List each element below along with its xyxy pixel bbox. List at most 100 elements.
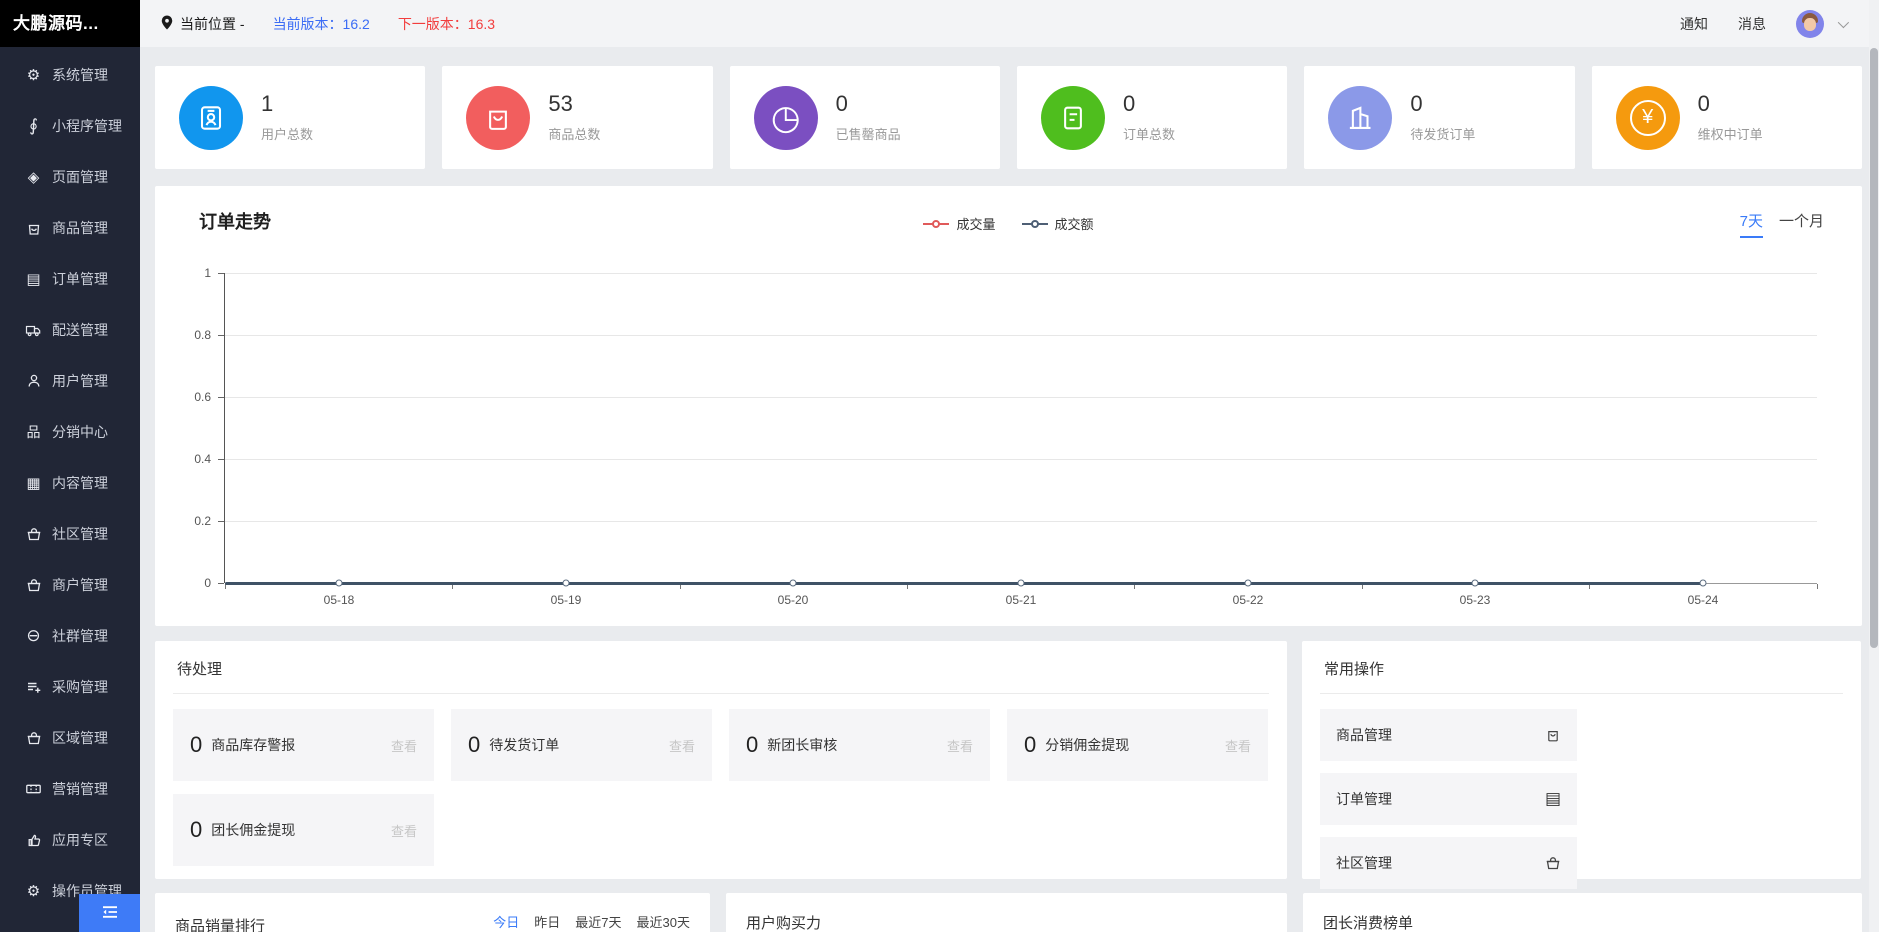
tab-last-7-days[interactable]: 最近7天 [575, 912, 621, 932]
miniprogram-icon: ∮ [24, 116, 43, 136]
buying-power-panel: 用户购买力 [726, 893, 1287, 932]
yen-circle-icon: ¥ [1616, 86, 1680, 150]
tab-today[interactable]: 今日 [493, 912, 519, 932]
tab-last-30-days[interactable]: 最近30天 [637, 912, 690, 932]
basket-icon [24, 526, 43, 542]
current-location: 当前位置 - [160, 14, 245, 34]
page-scrollbar-track[interactable] [1869, 0, 1879, 932]
sidebar-item-region[interactable]: 区域管理 [0, 712, 140, 763]
basket-icon [24, 730, 43, 746]
chevron-down-icon[interactable] [1838, 16, 1849, 27]
order-trend-chart-card: 订单走势 成交量 成交额 7天 一个月 [155, 186, 1862, 626]
current-version-link[interactable]: 当前版本：16.2 [273, 14, 370, 34]
stat-card-goods-total[interactable]: 53 商品总数 [442, 66, 712, 169]
x-axis-label: 05-18 [324, 593, 355, 607]
sidebar-item-marketing[interactable]: 营销管理 [0, 763, 140, 814]
tab-yesterday[interactable]: 昨日 [534, 912, 560, 932]
view-link[interactable]: 查看 [669, 736, 695, 755]
sidebar-item-delivery[interactable]: 配送管理 [0, 304, 140, 355]
sidebar-item-miniprogram[interactable]: ∮ 小程序管理 [0, 100, 140, 151]
stat-card-dispute-orders[interactable]: ¥ 0 维权中订单 [1592, 66, 1862, 169]
sidebar-item-goods[interactable]: 商品管理 [0, 202, 140, 253]
sidebar-item-pages[interactable]: ◈ 页面管理 [0, 151, 140, 202]
sidebar-item-system[interactable]: ⚙ 系统管理 [0, 49, 140, 100]
user-avatar[interactable] [1796, 10, 1824, 38]
sidebar-item-purchase[interactable]: 采购管理 [0, 661, 140, 712]
stat-value: 1 [261, 92, 313, 116]
y-axis-label: 1 [155, 266, 211, 280]
id-card-icon [179, 86, 243, 150]
pending-count: 0 [746, 732, 758, 758]
view-link[interactable]: 查看 [1225, 736, 1251, 755]
middle-row: 待处理 0 商品库存警报 查看 0 待发货订单 查看 [155, 641, 1862, 879]
view-link[interactable]: 查看 [947, 736, 973, 755]
sidebar-item-content[interactable]: ▦ 内容管理 [0, 457, 140, 508]
message-link[interactable]: 消息 [1738, 14, 1766, 34]
list-plus-icon [24, 679, 43, 695]
quickop-community[interactable]: 社区管理 [1320, 837, 1577, 889]
next-version-link[interactable]: 下一版本：16.3 [398, 14, 495, 34]
stat-texts: 0 已售罄商品 [836, 92, 901, 142]
y-axis-tick [218, 583, 224, 584]
topbar-left: 当前位置 - 当前版本：16.2 下一版本：16.3 [160, 14, 495, 34]
notice-link[interactable]: 通知 [1680, 14, 1708, 34]
pending-label: 待发货订单 [489, 735, 669, 755]
y-axis-label: 0.2 [155, 514, 211, 528]
sidebar-item-label: 分销中心 [52, 422, 108, 442]
sales-rank-header: 商品销量排行 今日 昨日 最近7天 最近30天 [155, 893, 710, 932]
stat-cards-row: 1 用户总数 53 商品总数 ◷ 0 [155, 66, 1862, 169]
data-point [1018, 580, 1025, 587]
x-axis-tick [225, 584, 226, 589]
sidebar-collapse-button[interactable] [79, 894, 140, 932]
view-link[interactable]: 查看 [391, 736, 417, 755]
org-network-icon: 品 [24, 422, 43, 442]
stat-card-soldout-goods[interactable]: ◷ 0 已售罄商品 [730, 66, 1000, 169]
sidebar-item-users[interactable]: 用户管理 [0, 355, 140, 406]
sidebar-item-orders[interactable]: ▤ 订单管理 [0, 253, 140, 304]
stat-texts: 0 维权中订单 [1698, 92, 1763, 142]
stat-texts: 1 用户总数 [261, 92, 313, 142]
basket-icon [24, 577, 43, 593]
y-axis-label: 0.6 [155, 390, 211, 404]
pending-title: 待处理 [173, 641, 1269, 694]
pending-count: 0 [190, 732, 202, 758]
pending-label: 新团长审核 [767, 735, 947, 755]
sidebar-item-apps[interactable]: 应用专区 [0, 814, 140, 865]
view-link[interactable]: 查看 [391, 821, 417, 840]
collapse-menu-icon [100, 904, 120, 923]
pending-panel: 待处理 0 商品库存警报 查看 0 待发货订单 查看 [155, 641, 1287, 879]
sidebar-item-community[interactable]: 社区管理 [0, 508, 140, 559]
sidebar-menu: ⚙ 系统管理 ∮ 小程序管理 ◈ 页面管理 商品管理 ▤ 订单管理 [0, 47, 140, 916]
sidebar-item-label: 社区管理 [52, 524, 108, 544]
x-axis-label: 05-23 [1460, 593, 1491, 607]
y-axis-label: 0 [155, 576, 211, 590]
sidebar-item-groups[interactable]: ⊖ 社群管理 [0, 610, 140, 661]
stat-card-orders-total[interactable]: 0 订单总数 [1017, 66, 1287, 169]
leader-rank-title: 团长消费榜单 [1323, 912, 1413, 932]
sidebar-item-distribution[interactable]: 品 分销中心 [0, 406, 140, 457]
sidebar-item-merchant[interactable]: 商户管理 [0, 559, 140, 610]
page-scrollbar-thumb[interactable] [1870, 48, 1878, 648]
sidebar-item-label: 区域管理 [52, 728, 108, 748]
sidebar: 大鹏源码... ⚙ 系统管理 ∮ 小程序管理 ◈ 页面管理 商品管理 [0, 0, 140, 932]
user-icon [24, 373, 43, 389]
sidebar-item-label: 内容管理 [52, 473, 108, 493]
gridline [225, 335, 1817, 336]
x-axis-label: 05-21 [1006, 593, 1037, 607]
stat-value: 0 [1698, 92, 1763, 116]
x-axis-label: 05-19 [551, 593, 582, 607]
topbar-right: 通知 消息 [1680, 10, 1846, 38]
stat-label: 用户总数 [261, 124, 313, 143]
stat-card-pending-ship-orders[interactable]: 0 待发货订单 [1304, 66, 1574, 169]
data-point [1472, 580, 1479, 587]
clock-icon: ◷ [754, 86, 818, 150]
stat-card-users-total[interactable]: 1 用户总数 [155, 66, 425, 169]
quickop-goods[interactable]: 商品管理 [1320, 709, 1577, 761]
sales-rank-panel: 商品销量排行 今日 昨日 最近7天 最近30天 [155, 893, 710, 932]
sidebar-item-label: 社群管理 [52, 626, 108, 646]
sidebar-item-label: 商品管理 [52, 218, 108, 238]
order-doc-icon [1041, 86, 1105, 150]
stat-texts: 53 商品总数 [548, 92, 600, 142]
quickop-orders[interactable]: 订单管理 ▤ [1320, 773, 1577, 825]
stat-value: 0 [1410, 92, 1475, 116]
